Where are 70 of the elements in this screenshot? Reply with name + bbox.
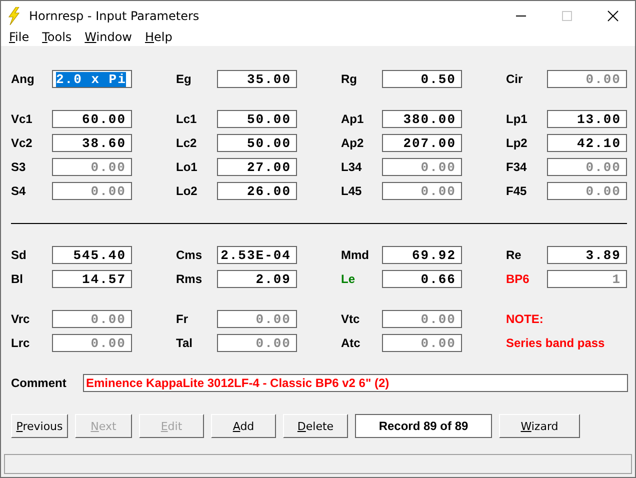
parameter-field[interactable]: 42.10 [547,134,627,152]
nav-button[interactable]: Add [211,414,276,438]
menu-item[interactable]: Window [84,30,132,44]
menu-item[interactable]: Help [145,30,172,44]
parameter-label: Atc [341,336,362,350]
parameter-field[interactable]: 2.09 [217,270,297,288]
parameter-field[interactable]: 14.57 [52,270,132,288]
parameter-field[interactable]: 2.0 x Pi [52,70,132,88]
parameter-label: Lp1 [506,112,528,126]
comment-label: Comment [11,376,68,390]
nav-button[interactable]: Wizard [499,414,580,438]
parameter-label: Lrc [11,336,31,350]
parameter-field[interactable]: 0.66 [382,270,462,288]
nav-button[interactable]: Delete [283,414,348,438]
comment-field[interactable]: Eminence KappaLite 3012LF-4 - Classic BP6 v2 6" (2) [83,374,628,392]
parameter-label: Re [506,248,522,262]
parameter-field[interactable]: 13.00 [547,110,627,128]
parameter-label: S4 [11,184,27,198]
parameter-label: Bl [11,272,24,286]
lightning-bolt-icon [7,6,21,24]
parameter-label: Vc1 [11,112,34,126]
parameter-label: Fr [176,312,189,326]
parameter-field[interactable]: 380.00 [382,110,462,128]
parameter-label: Lo2 [176,184,198,198]
parameter-field[interactable]: 27.00 [217,158,297,176]
parameter-label: Vtc [341,312,361,326]
parameter-label: L34 [341,160,363,174]
menu-item[interactable]: File [9,30,30,44]
parameter-label: Lp2 [506,136,528,150]
parameter-label: Cir [506,72,524,86]
parameter-label: Mmd [341,248,370,262]
parameter-field[interactable]: 69.92 [382,246,462,264]
parameter-field[interactable]: 38.60 [52,134,132,152]
parameter-label: F34 [506,160,528,174]
note-text: Series band pass [506,336,605,350]
parameter-label: Cms [176,248,204,262]
parameter-label: Le [341,272,356,286]
parameter-field[interactable]: 207.00 [382,134,462,152]
parameter-label: Vc2 [11,136,34,150]
parameter-label: Lc1 [176,112,198,126]
parameter-field[interactable]: 26.00 [217,182,297,200]
parameter-label: Ap2 [341,136,365,150]
window-title: Hornresp - Input Parameters [29,8,200,22]
nav-button[interactable]: Previous [11,414,68,438]
parameter-label: Rg [341,72,358,86]
parameter-label: Sd [11,248,28,262]
note-text: NOTE: [506,312,544,326]
parameter-field[interactable]: 2.53E-04 [217,246,297,264]
parameter-label: Lo1 [176,160,198,174]
parameter-label: F45 [506,184,528,198]
parameter-label: Ang [11,72,36,86]
parameter-label: Ap1 [341,112,365,126]
parameter-field[interactable]: 35.00 [217,70,297,88]
parameter-label: L45 [341,184,363,198]
menu-item[interactable]: Tools [42,30,72,44]
record-counter: Record 89 of 89 [355,414,492,438]
parameter-field[interactable]: 3.89 [547,246,627,264]
parameter-label: Eg [176,72,192,86]
parameter-field[interactable]: 50.00 [217,134,297,152]
close-icon[interactable] [607,10,619,22]
parameter-label: Tal [176,336,194,350]
parameter-field[interactable]: 545.40 [52,246,132,264]
parameter-field[interactable]: 0.50 [382,70,462,88]
parameter-label: Vrc [11,312,31,326]
parameter-label: BP6 [506,272,530,286]
parameter-label: S3 [11,160,27,174]
parameter-label: Rms [176,272,204,286]
parameter-label: Lc2 [176,136,198,150]
parameter-field[interactable]: 50.00 [217,110,297,128]
parameter-field[interactable]: 60.00 [52,110,132,128]
